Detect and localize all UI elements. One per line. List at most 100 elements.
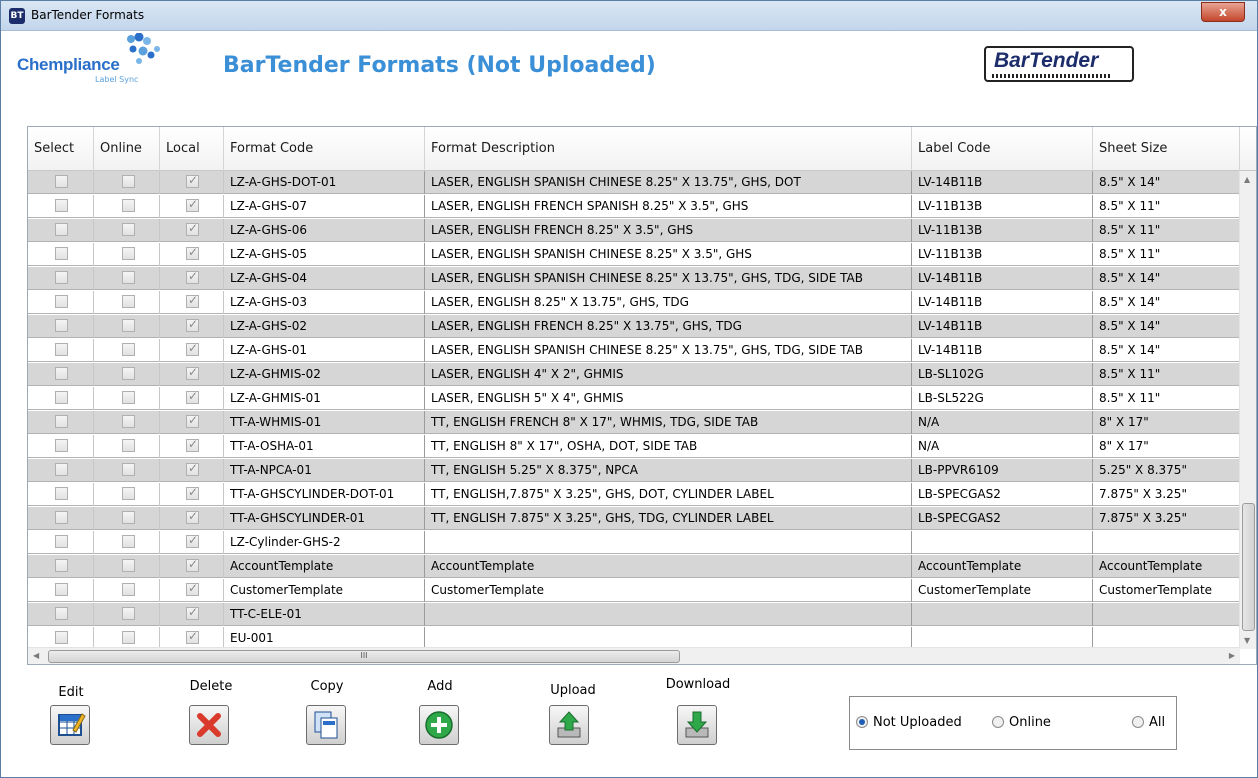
sheet-size-cell[interactable]: 7.875" X 3.25" (1093, 507, 1240, 530)
label-code-cell[interactable]: LV-14B11B (912, 339, 1093, 362)
local-checkbox[interactable] (186, 245, 199, 260)
online-checkbox[interactable] (122, 343, 135, 356)
local-checkbox[interactable] (186, 317, 199, 332)
format-description-cell[interactable] (425, 531, 912, 554)
format-code-cell[interactable]: TT-A-NPCA-01 (224, 459, 425, 482)
online-checkbox[interactable] (122, 175, 135, 188)
radio-all[interactable]: All (1132, 715, 1165, 730)
select-checkbox[interactable] (55, 535, 68, 548)
format-description-cell[interactable]: TT, ENGLISH 7.875" X 3.25", GHS, TDG, CY… (425, 507, 912, 530)
format-description-cell[interactable]: TT, ENGLISH 8" X 17", OSHA, DOT, SIDE TA… (425, 435, 912, 458)
select-checkbox[interactable] (55, 463, 68, 476)
local-checkbox[interactable] (186, 629, 199, 644)
format-description-cell[interactable]: AccountTemplate (425, 555, 912, 578)
format-code-cell[interactable]: TT-A-WHMIS-01 (224, 411, 425, 434)
select-checkbox[interactable] (55, 319, 68, 332)
select-checkbox[interactable] (55, 511, 68, 524)
format-description-cell[interactable]: LASER, ENGLISH 4" X 2", GHMIS (425, 363, 912, 386)
online-checkbox[interactable] (122, 463, 135, 476)
format-description-cell[interactable]: TT, ENGLISH,7.875" X 3.25", GHS, DOT, CY… (425, 483, 912, 506)
sheet-size-cell[interactable]: 8.5" X 11" (1093, 387, 1240, 410)
local-checkbox[interactable] (186, 581, 199, 596)
label-code-cell[interactable]: LB-SL102G (912, 363, 1093, 386)
local-checkbox[interactable] (186, 197, 199, 212)
sheet-size-cell[interactable]: 8.5" X 14" (1093, 267, 1240, 290)
horizontal-scroll-thumb[interactable]: III (48, 650, 680, 663)
close-button[interactable]: x (1201, 2, 1245, 22)
column-header-sheet-size[interactable]: Sheet Size (1093, 127, 1240, 171)
column-header-select[interactable]: Select (28, 127, 94, 171)
format-code-cell[interactable]: EU-001 (224, 627, 425, 649)
label-code-cell[interactable] (912, 627, 1093, 649)
label-code-cell[interactable]: LV-11B13B (912, 195, 1093, 218)
local-checkbox[interactable] (186, 365, 199, 380)
table-row[interactable]: LZ-A-GHMIS-01LASER, ENGLISH 5" X 4", GHM… (28, 387, 1240, 410)
sheet-size-cell[interactable] (1093, 603, 1240, 626)
select-checkbox[interactable] (55, 175, 68, 188)
format-description-cell[interactable] (425, 603, 912, 626)
format-code-cell[interactable]: LZ-A-GHS-02 (224, 315, 425, 338)
table-row[interactable]: TT-A-OSHA-01TT, ENGLISH 8" X 17", OSHA, … (28, 435, 1240, 458)
label-code-cell[interactable]: LB-SPECGAS2 (912, 507, 1093, 530)
column-header-format-description[interactable]: Format Description (425, 127, 912, 171)
online-checkbox[interactable] (122, 559, 135, 572)
format-code-cell[interactable]: AccountTemplate (224, 555, 425, 578)
column-header-local[interactable]: Local (160, 127, 224, 171)
table-row[interactable]: LZ-A-GHS-05LASER, ENGLISH SPANISH CHINES… (28, 243, 1240, 266)
table-row[interactable]: LZ-A-GHS-01LASER, ENGLISH SPANISH CHINES… (28, 339, 1240, 362)
table-row[interactable]: TT-A-WHMIS-01TT, ENGLISH FRENCH 8" X 17"… (28, 411, 1240, 434)
online-checkbox[interactable] (122, 583, 135, 596)
label-code-cell[interactable]: LV-14B11B (912, 291, 1093, 314)
scroll-down-arrow-icon[interactable]: ▼ (1244, 636, 1250, 645)
sheet-size-cell[interactable]: 8" X 17" (1093, 435, 1240, 458)
format-description-cell[interactable] (425, 627, 912, 649)
column-header-label-code[interactable]: Label Code (912, 127, 1093, 171)
sheet-size-cell[interactable] (1093, 531, 1240, 554)
label-code-cell[interactable]: LV-14B11B (912, 267, 1093, 290)
format-description-cell[interactable]: TT, ENGLISH FRENCH 8" X 17", WHMIS, TDG,… (425, 411, 912, 434)
vertical-scrollbar[interactable]: ▲ ▼ (1239, 171, 1256, 649)
table-row[interactable]: CustomerTemplateCustomerTemplateCustomer… (28, 579, 1240, 602)
horizontal-scrollbar[interactable]: ◀ III ▶ (28, 647, 1240, 664)
local-checkbox[interactable] (186, 557, 199, 572)
table-row[interactable]: TT-C-ELE-01 (28, 603, 1240, 626)
format-code-cell[interactable]: LZ-A-GHS-03 (224, 291, 425, 314)
label-code-cell[interactable] (912, 603, 1093, 626)
column-header-online[interactable]: Online (94, 127, 160, 171)
online-checkbox[interactable] (122, 535, 135, 548)
label-code-cell[interactable]: AccountTemplate (912, 555, 1093, 578)
table-row[interactable]: LZ-A-GHS-07LASER, ENGLISH FRENCH SPANISH… (28, 195, 1240, 218)
table-row[interactable]: AccountTemplateAccountTemplateAccountTem… (28, 555, 1240, 578)
format-description-cell[interactable]: LASER, ENGLISH 5" X 4", GHMIS (425, 387, 912, 410)
format-code-cell[interactable]: LZ-Cylinder-GHS-2 (224, 531, 425, 554)
sheet-size-cell[interactable]: 7.875" X 3.25" (1093, 483, 1240, 506)
format-description-cell[interactable]: LASER, ENGLISH FRENCH 8.25" X 13.75", GH… (425, 315, 912, 338)
online-checkbox[interactable] (122, 199, 135, 212)
table-row[interactable]: LZ-A-GHS-DOT-01LASER, ENGLISH SPANISH CH… (28, 171, 1240, 194)
online-checkbox[interactable] (122, 391, 135, 404)
local-checkbox[interactable] (186, 221, 199, 236)
format-code-cell[interactable]: LZ-A-GHS-DOT-01 (224, 171, 425, 194)
sheet-size-cell[interactable]: CustomerTemplate (1093, 579, 1240, 602)
select-checkbox[interactable] (55, 607, 68, 620)
online-checkbox[interactable] (122, 511, 135, 524)
table-row[interactable]: TT-A-GHSCYLINDER-DOT-01TT, ENGLISH,7.875… (28, 483, 1240, 506)
table-row[interactable]: TT-A-GHSCYLINDER-01TT, ENGLISH 7.875" X … (28, 507, 1240, 530)
local-checkbox[interactable] (186, 605, 199, 620)
select-checkbox[interactable] (55, 271, 68, 284)
sheet-size-cell[interactable]: 8.5" X 11" (1093, 195, 1240, 218)
sheet-size-cell[interactable]: 5.25" X 8.375" (1093, 459, 1240, 482)
sheet-size-cell[interactable]: 8.5" X 11" (1093, 363, 1240, 386)
format-description-cell[interactable]: LASER, ENGLISH FRENCH 8.25" X 3.5", GHS (425, 219, 912, 242)
local-checkbox[interactable] (186, 461, 199, 476)
radio-not-uploaded[interactable]: Not Uploaded (856, 715, 962, 730)
format-description-cell[interactable]: TT, ENGLISH 5.25" X 8.375", NPCA (425, 459, 912, 482)
online-checkbox[interactable] (122, 367, 135, 380)
select-checkbox[interactable] (55, 439, 68, 452)
online-checkbox[interactable] (122, 319, 135, 332)
online-checkbox[interactable] (122, 295, 135, 308)
select-checkbox[interactable] (55, 415, 68, 428)
online-checkbox[interactable] (122, 607, 135, 620)
table-row[interactable]: TT-A-NPCA-01TT, ENGLISH 5.25" X 8.375", … (28, 459, 1240, 482)
label-code-cell[interactable]: CustomerTemplate (912, 579, 1093, 602)
